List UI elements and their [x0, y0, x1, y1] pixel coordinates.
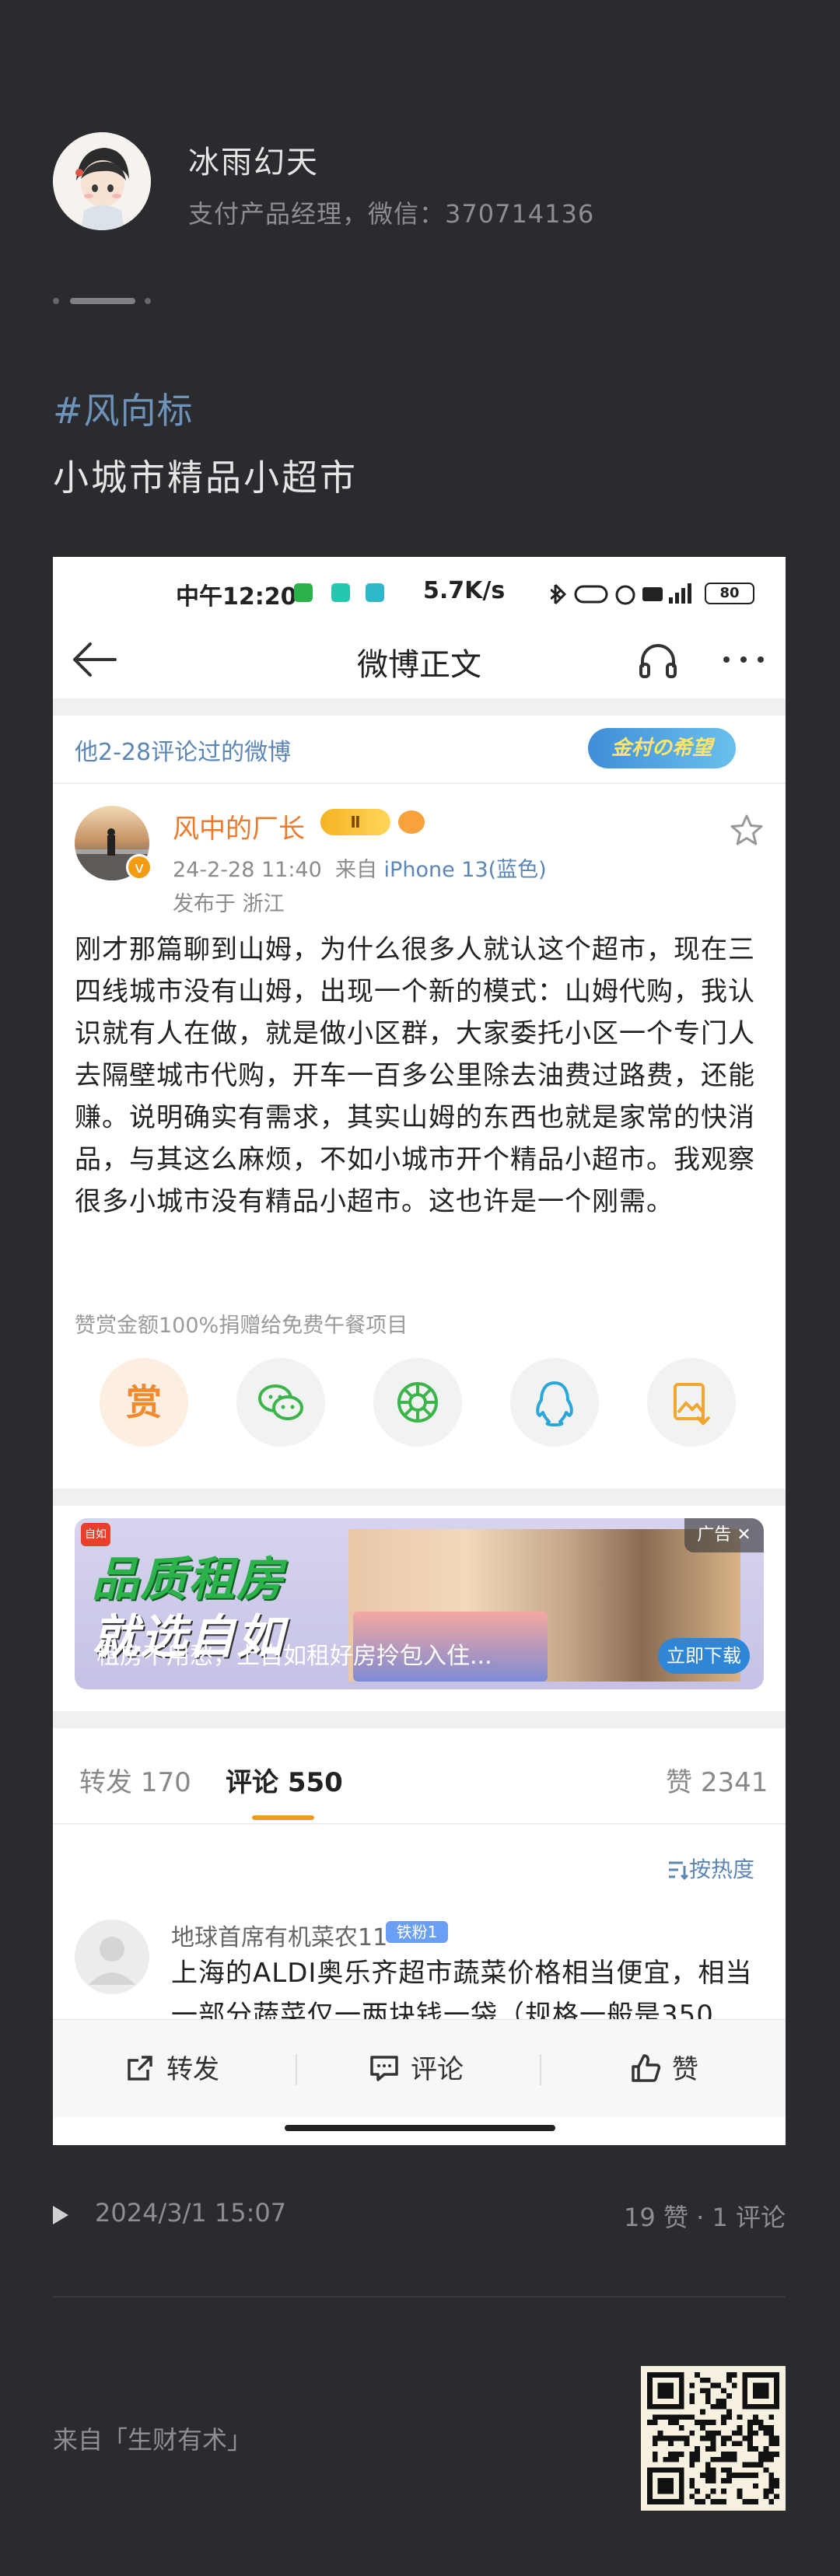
reward-button[interactable]: 赏: [100, 1358, 188, 1447]
divider: [53, 1711, 786, 1728]
ad-caption: 租房不用愁，上自如租好房拎包入住...: [96, 1643, 492, 1670]
tab-active-underline: [252, 1815, 314, 1820]
post-hashtag[interactable]: #风向标: [53, 383, 194, 434]
author-bio: 支付产品经理，微信：370714136: [188, 199, 595, 229]
post-source: 来自「生财有术」: [53, 2425, 253, 2455]
weibo-device[interactable]: iPhone 13(蓝色): [384, 858, 547, 882]
nav-bar: 微博正文: [53, 621, 786, 698]
author-name[interactable]: 冰雨幻天: [188, 137, 319, 182]
ad-banner[interactable]: 自如 品质租房 就选自如 租房不用愁，上自如租好房拎包入住... 广告 ✕ 立即…: [75, 1518, 764, 1689]
play-icon[interactable]: [53, 2206, 68, 2224]
divider: [540, 2054, 541, 2085]
weibo-time: 24-2-28 11:40: [173, 858, 322, 882]
star-icon[interactable]: [730, 814, 764, 846]
divider: [53, 1489, 786, 1506]
post-meta: 2024/3/1 15:07 19 赞 · 1 评论: [53, 2196, 786, 2235]
comment-avatar[interactable]: [75, 1920, 149, 1994]
comment-fan-badge: 铁粉1: [386, 1921, 448, 1943]
app-notify-icon: [331, 583, 350, 602]
weibo-body: 刚才那篇聊到山姆，为什么很多人就认这个超市，现在三四线城市没有山姆，出现一个新的…: [75, 934, 755, 1217]
status-bar: 中午12:20 5.7K/s 80: [53, 557, 786, 611]
ad-download-button[interactable]: 立即下载: [658, 1638, 750, 1674]
divider: [53, 2296, 786, 2298]
comment-user-name[interactable]: 地球首席有机菜农11: [171, 1918, 387, 1952]
post-title: 小城市精品小超市: [53, 457, 358, 499]
status-time: 中午12:20: [176, 583, 297, 611]
share-icon: [128, 2056, 152, 2081]
author-avatar[interactable]: [53, 132, 151, 230]
village-badge: 金村の希望: [588, 728, 736, 768]
tab-repost[interactable]: 转发 170: [79, 1761, 191, 1799]
like-icon: [632, 2054, 661, 2082]
author-header: 冰雨幻天 支付产品经理，微信：370714136: [53, 132, 784, 233]
tab-like[interactable]: 赞 2341: [666, 1761, 768, 1799]
wechat-notify-icon: [294, 583, 313, 602]
weibo-location: 发布于 浙江: [173, 892, 285, 916]
battery-indicator: 80: [705, 583, 754, 604]
moments-share-button[interactable]: [373, 1358, 462, 1447]
reply-strip-text[interactable]: 他2-28评论过的微博: [75, 733, 291, 767]
signal-icons: [551, 583, 691, 605]
share-row: 赏: [53, 1358, 786, 1451]
like-button[interactable]: 赞: [672, 2048, 698, 2086]
sort-icon: [669, 1861, 689, 1881]
divider: [53, 782, 786, 784]
weibo-user-name[interactable]: 风中的厂长: [173, 807, 305, 845]
weibo-meta: 24-2-28 11:40 来自 iPhone 13(蓝色): [173, 852, 547, 883]
moments-icon: [397, 1382, 438, 1423]
status-net-speed: 5.7K/s: [423, 577, 506, 604]
home-indicator: [285, 2125, 555, 2131]
tab-comment[interactable]: 评论 550: [226, 1761, 343, 1799]
fan-badge-icon: [398, 810, 425, 834]
save-image-icon: [674, 1383, 711, 1426]
sort-by-hot[interactable]: 按热度: [667, 1853, 754, 1884]
action-bar: 转发 评论 赞: [53, 2019, 786, 2117]
divider: [53, 698, 786, 716]
level-badge: Ⅱ: [320, 809, 390, 835]
headphone-icon[interactable]: [638, 641, 678, 680]
weibo-screenshot: 中午12:20 5.7K/s 80 微博正文 他2-28评论过的微博 金村の希望…: [53, 557, 786, 2145]
weibo-source-label: 来自: [334, 858, 377, 882]
more-icon[interactable]: [720, 652, 767, 667]
reply-strip[interactable]: 他2-28评论过的微博 金村の希望: [53, 716, 786, 782]
donate-note: 赞赏金额100%捐赠给免费午餐项目: [75, 1314, 408, 1338]
verified-badge: v: [126, 854, 152, 880]
divider: [53, 1823, 786, 1825]
detail-tabs: 转发 170 评论 550 赞 2341: [53, 1728, 786, 1822]
qq-icon: [536, 1381, 573, 1426]
post-stats[interactable]: 19 赞 · 1 评论: [624, 2198, 786, 2234]
wechat-icon: [258, 1384, 303, 1420]
qq-share-button[interactable]: [510, 1358, 599, 1447]
wechat-share-button[interactable]: [236, 1358, 325, 1447]
comment-icon: [370, 2056, 398, 2081]
post-date: 2024/3/1 15:07: [95, 2198, 287, 2228]
divider: [296, 2054, 297, 2085]
app-notify-icon-2: [366, 583, 384, 602]
qr-code[interactable]: [641, 2366, 786, 2511]
ad-close-tag[interactable]: 广告 ✕: [684, 1518, 764, 1552]
pager-dots: [53, 298, 154, 304]
repost-button[interactable]: 转发: [166, 2048, 219, 2086]
comment-button[interactable]: 评论: [411, 2048, 464, 2086]
save-image-button[interactable]: [647, 1358, 736, 1447]
